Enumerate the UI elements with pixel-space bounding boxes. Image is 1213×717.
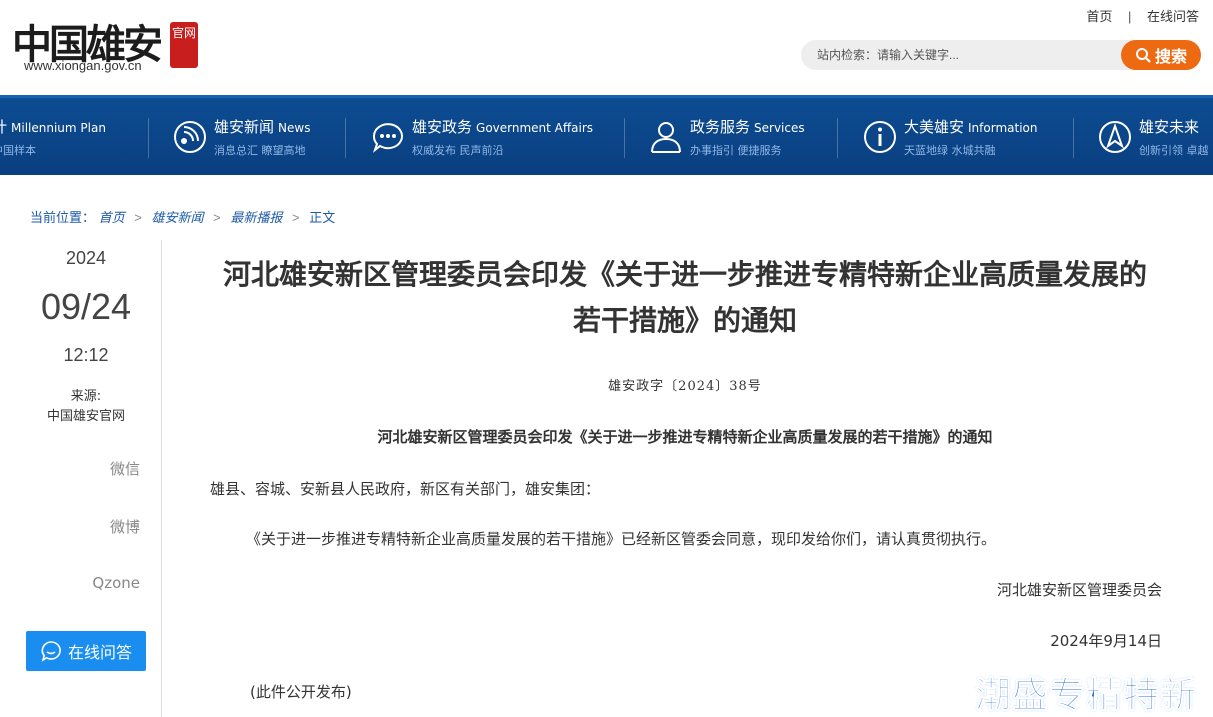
- nav-item-en: Government Affairs: [476, 120, 594, 135]
- breadcrumb-latest[interactable]: 最新播报: [230, 210, 282, 225]
- nav-item-en: News: [278, 120, 311, 135]
- nav-item-title: 雄安政务: [412, 117, 473, 136]
- nav-item-en: Millennium Plan: [11, 120, 106, 135]
- source-label: 来源:: [70, 389, 102, 404]
- breadcrumb-news[interactable]: 雄安新闻: [152, 210, 204, 225]
- future-icon: [1099, 120, 1131, 153]
- main-nav: 计 Millennium Plan 中国样本 雄安新闻News 消息总汇 瞭望高地…: [0, 95, 1213, 175]
- search-button[interactable]: 搜索: [1121, 40, 1201, 70]
- services-icon: [651, 121, 681, 153]
- government-icon: [372, 122, 403, 153]
- nav-divider: [148, 118, 149, 158]
- breadcrumb-current: 正文: [309, 210, 336, 225]
- site-search: 搜索: [801, 40, 1201, 70]
- nav-item-information[interactable]: 大美雄安 Information 天蓝地绿 水城共融: [862, 98, 1037, 175]
- article-signature: 河北雄安新区管理委员会: [996, 581, 1162, 599]
- breadcrumb-home[interactable]: 首页: [99, 210, 125, 225]
- article-title: 河北雄安新区管理委员会印发《关于进一步推进专精特新企业高质量发展的若干措施》的通…: [222, 258, 1147, 337]
- logo-url: www.xiongan.gov.cn: [24, 58, 142, 73]
- nav-item-title: 雄安未来: [1139, 117, 1200, 136]
- nav-item-government-affairs[interactable]: 雄安政务 Government Affairs 权威发布 民声前沿: [370, 98, 593, 175]
- article-note: (此件公开发布): [250, 683, 352, 701]
- share-qzone[interactable]: Qzone: [10, 574, 140, 592]
- site-header: 中国雄安 官网 www.xiongan.gov.cn 首页 | 在线问答 搜索: [0, 0, 1213, 95]
- online-qa-label: 在线问答: [67, 643, 132, 662]
- article-subtitle: 河北雄安新区管理委员会印发《关于进一步推进专精特新企业高质量发展的若干措施》的通…: [377, 428, 993, 446]
- nav-item-future[interactable]: 雄安未来 创新引领 卓越: [1097, 98, 1209, 175]
- nav-item-sub: 办事指引 便捷服务: [690, 143, 782, 157]
- nav-item-title: 大美雄安: [904, 117, 965, 136]
- nav-item-en: Information: [968, 120, 1038, 135]
- nav-item-sub: 天蓝地绿 水城共融: [904, 143, 996, 157]
- nav-divider: [624, 118, 625, 158]
- nav-item-title: 计: [0, 118, 7, 136]
- article-meta-sidebar: 2024 09/24 12:12 来源: 中国雄安官网 微信 微博 Qzone …: [10, 240, 162, 717]
- nav-item-sub: 权威发布 民声前沿: [412, 143, 504, 157]
- nav-item-millennium-plan[interactable]: 计 Millennium Plan 中国样本: [0, 98, 106, 175]
- site-logo[interactable]: 中国雄安 官网 www.xiongan.gov.cn: [10, 8, 210, 78]
- nav-item-title: 雄安新闻: [214, 117, 275, 136]
- home-link[interactable]: 首页: [1086, 6, 1112, 25]
- article-date: 2024年9月14日: [1050, 632, 1162, 650]
- chat-icon: [41, 641, 61, 662]
- share-wechat[interactable]: 微信: [10, 458, 140, 479]
- nav-divider: [345, 118, 346, 158]
- nav-item-sub: 创新引领 卓越: [1139, 143, 1209, 157]
- breadcrumb-label: 当前位置：: [30, 210, 96, 225]
- nav-item-sub: 消息总汇 瞭望高地: [214, 143, 306, 157]
- search-button-label: 搜索: [1154, 49, 1187, 66]
- publish-time: 12:12: [63, 345, 109, 365]
- search-input[interactable]: [801, 40, 1141, 70]
- promo-banner[interactable]: 潮盛专精特新: [975, 672, 1213, 717]
- top-links: 首页 | 在线问答: [1086, 6, 1199, 25]
- nav-item-sub: 中国样本: [0, 143, 36, 157]
- breadcrumb-arrow: >: [292, 210, 300, 225]
- breadcrumb-arrow: >: [134, 210, 142, 225]
- nav-item-services[interactable]: 政务服务 Services 办事指引 便捷服务: [648, 98, 805, 175]
- breadcrumb: 当前位置： 首页 > 雄安新闻 > 最新播报 > 正文: [30, 207, 335, 226]
- article-recipients: 雄县、容城、安新县人民政府，新区有关部门，雄安集团：: [210, 480, 601, 498]
- document-number: 雄安政字〔2024〕38号: [608, 379, 762, 394]
- nav-item-news[interactable]: 雄安新闻 News 消息总汇 瞭望高地: [172, 98, 310, 175]
- online-qa-link[interactable]: 在线问答: [1147, 6, 1199, 25]
- logo-seal: 官网: [170, 22, 198, 68]
- search-icon: [1135, 48, 1151, 63]
- top-links-separator: |: [1127, 9, 1132, 24]
- publish-year: 2024: [65, 248, 107, 268]
- source-value: 中国雄安官网: [46, 409, 125, 424]
- nav-item-en: Services: [754, 120, 805, 135]
- online-qa-button[interactable]: 在线问答: [26, 631, 146, 671]
- nav-divider: [837, 118, 838, 158]
- share-weibo[interactable]: 微博: [10, 516, 140, 537]
- nav-divider: [1073, 118, 1074, 158]
- breadcrumb-arrow: >: [213, 210, 221, 225]
- article-body: 《关于进一步推进专精特新企业高质量发展的若干措施》已经新区管委会同意，现印发给你…: [246, 530, 997, 548]
- nav-item-title: 政务服务: [690, 117, 751, 136]
- info-icon: [864, 120, 896, 153]
- news-icon: [174, 120, 206, 153]
- publish-month-day: 09/24: [40, 286, 132, 327]
